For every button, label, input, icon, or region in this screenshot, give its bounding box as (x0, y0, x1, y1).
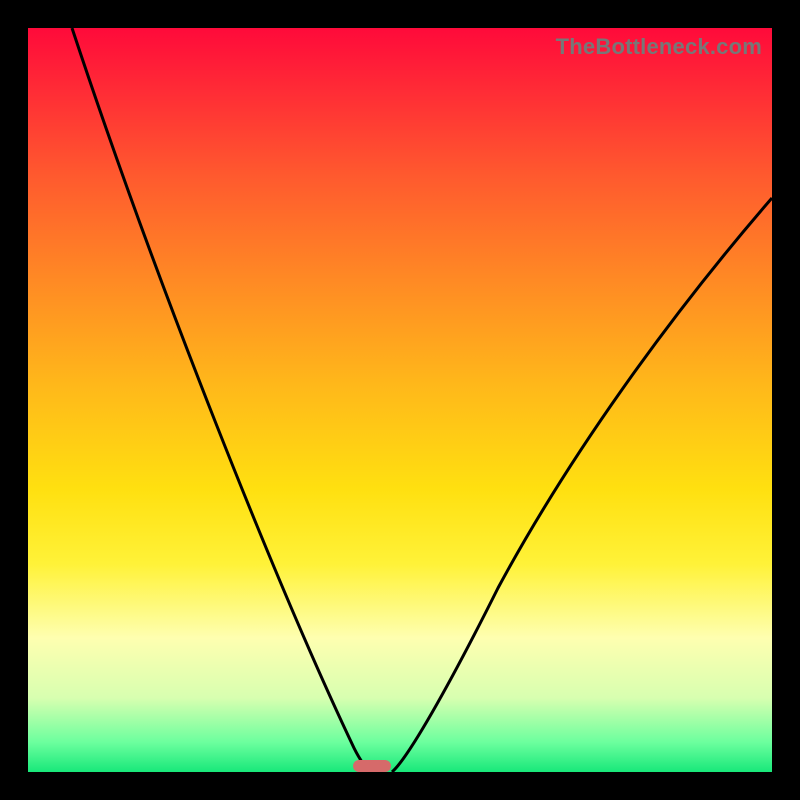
chart-frame: TheBottleneck.com (0, 0, 800, 800)
plot-area: TheBottleneck.com (28, 28, 772, 772)
curve-right-branch (392, 198, 772, 772)
optimal-marker (353, 760, 391, 772)
curve-left-branch (72, 28, 372, 772)
bottleneck-curve (28, 28, 772, 772)
